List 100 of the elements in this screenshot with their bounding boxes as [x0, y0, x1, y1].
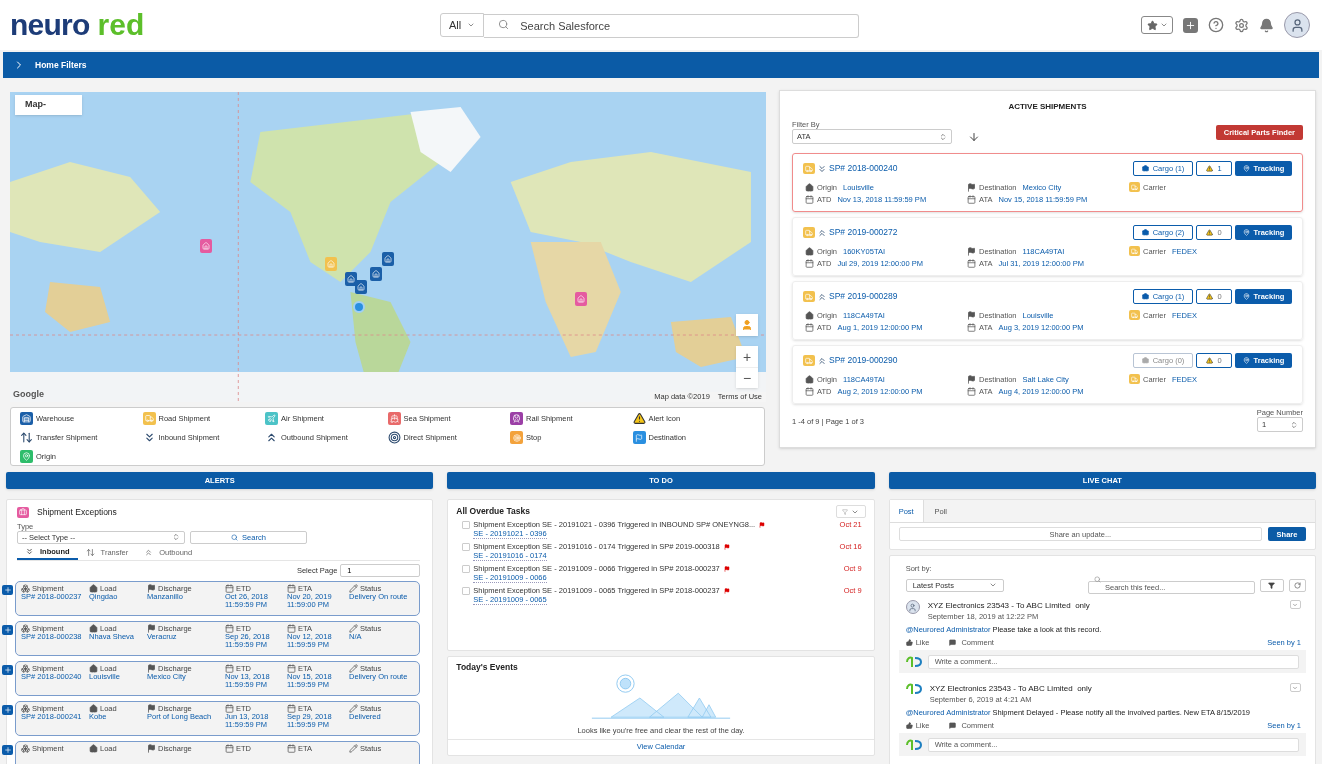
up-down-arrows-icon — [20, 431, 33, 444]
calendar-icon — [225, 623, 234, 633]
flag-icon — [632, 431, 646, 444]
expand-button[interactable] — [2, 704, 13, 715]
search-field[interactable]: Search Salesforce — [484, 13, 860, 38]
add-button[interactable] — [1183, 17, 1198, 33]
map-marker-icon[interactable] — [382, 252, 394, 266]
filter-button[interactable] — [1260, 578, 1284, 592]
plus-icon — [3, 665, 12, 674]
card-title: Today's Events — [455, 661, 519, 674]
pencil-icon — [349, 743, 358, 753]
boxes-icon — [21, 663, 30, 673]
plus-icon — [3, 585, 12, 594]
calendar-icon — [287, 623, 296, 633]
home-icon — [805, 374, 814, 384]
refresh-button[interactable] — [1289, 578, 1306, 592]
home-icon — [89, 663, 98, 673]
flag-icon — [723, 543, 730, 550]
settings-icon[interactable] — [1234, 17, 1249, 33]
calendar-icon — [967, 323, 976, 332]
shipment-link[interactable]: SP# 2019-000290 — [829, 354, 898, 367]
flag-icon — [147, 703, 156, 713]
caret-icon — [467, 21, 476, 29]
double-chevron-down-icon — [25, 547, 34, 557]
calendar-icon — [805, 387, 814, 396]
expand-button[interactable] — [2, 664, 13, 675]
calendar-icon — [225, 703, 234, 713]
post-menu-button[interactable] — [1290, 683, 1301, 692]
caret-icon — [988, 581, 997, 589]
home-icon — [805, 182, 814, 192]
flag-icon — [723, 587, 730, 594]
thumbs-up-icon — [905, 639, 913, 646]
truck-icon — [803, 355, 815, 366]
shipment-link[interactable]: SP# 2019-000272 — [829, 226, 898, 239]
truck-icon — [803, 163, 815, 174]
pencil-icon — [349, 703, 358, 713]
filter-icon — [842, 508, 849, 515]
map-marker-icon[interactable] — [575, 292, 587, 306]
truck-icon — [1129, 374, 1140, 384]
caret-icon — [1292, 601, 1299, 608]
pencil-icon — [349, 583, 358, 593]
map-marker-icon[interactable] — [200, 239, 212, 253]
google-logo: Google — [13, 387, 44, 401]
truck-icon — [1129, 310, 1140, 320]
map-marker-icon[interactable] — [345, 272, 357, 286]
home-icon — [805, 310, 814, 320]
speech-bubble-icon — [949, 639, 957, 646]
expand-button[interactable] — [2, 744, 13, 755]
expand-button[interactable] — [2, 584, 13, 595]
warning-icon — [1206, 357, 1214, 364]
shipment-link[interactable]: SP# 2019-000289 — [829, 290, 898, 303]
favorites-button[interactable] — [1141, 16, 1173, 34]
help-icon[interactable] — [1208, 17, 1224, 33]
company-logo-icon — [905, 683, 922, 695]
plus-icon — [1185, 19, 1196, 31]
calendar-icon — [967, 195, 976, 204]
stop-icon — [510, 431, 523, 444]
map-pin-icon — [1242, 357, 1250, 364]
expand-button[interactable] — [2, 624, 13, 635]
calendar-icon — [805, 323, 814, 332]
logo[interactable]: neuro red — [10, 10, 440, 40]
task-checkbox[interactable] — [462, 543, 471, 551]
search-icon — [231, 533, 239, 541]
search-scope-dropdown[interactable]: All — [440, 13, 485, 37]
zoom-out-button[interactable]: − — [736, 367, 758, 388]
calendar-icon — [225, 743, 234, 753]
calendar-icon — [967, 387, 976, 396]
caret-icon — [1159, 21, 1168, 29]
post-author: XYZ Electronics 23543 - To ABC Limited only — [929, 683, 1092, 695]
ship-icon — [387, 412, 401, 425]
user-avatar[interactable] — [1284, 12, 1310, 38]
truck-icon — [1129, 182, 1140, 192]
card-title: Shipment Exceptions — [37, 506, 117, 519]
task-checkbox[interactable] — [462, 587, 471, 595]
street-view-icon[interactable] — [736, 314, 758, 336]
map-marker-icon[interactable] — [355, 280, 367, 294]
post-menu-button[interactable] — [1290, 600, 1301, 609]
double-chevron-up-icon — [144, 548, 154, 558]
notifications-icon[interactable] — [1259, 17, 1274, 33]
map-type-button[interactable]: Map- — [15, 95, 82, 115]
flag-icon — [147, 663, 156, 673]
sort-arrow-icon[interactable] — [968, 131, 980, 143]
map-marker-icon[interactable] — [325, 257, 337, 271]
flag-icon — [967, 374, 976, 384]
task-checkbox[interactable] — [462, 565, 471, 573]
caret-icon — [1292, 684, 1299, 691]
double-chevron-down-icon — [817, 163, 827, 174]
home-filters-bar[interactable]: Home Filters — [3, 52, 1319, 78]
calendar-icon — [805, 195, 814, 204]
shipment-link[interactable]: SP# 2018-000240 — [829, 162, 898, 175]
flag-icon — [147, 583, 156, 593]
flag-icon — [967, 310, 976, 320]
up-down-caret-icon — [939, 132, 947, 141]
home-icon — [805, 246, 814, 256]
zoom-in-button[interactable]: + — [736, 346, 758, 367]
map-pin-icon — [1242, 229, 1250, 236]
task-checkbox[interactable] — [462, 521, 471, 529]
boxes-icon — [21, 583, 30, 593]
map-marker-icon[interactable] — [370, 267, 382, 281]
truck-icon — [803, 291, 815, 302]
